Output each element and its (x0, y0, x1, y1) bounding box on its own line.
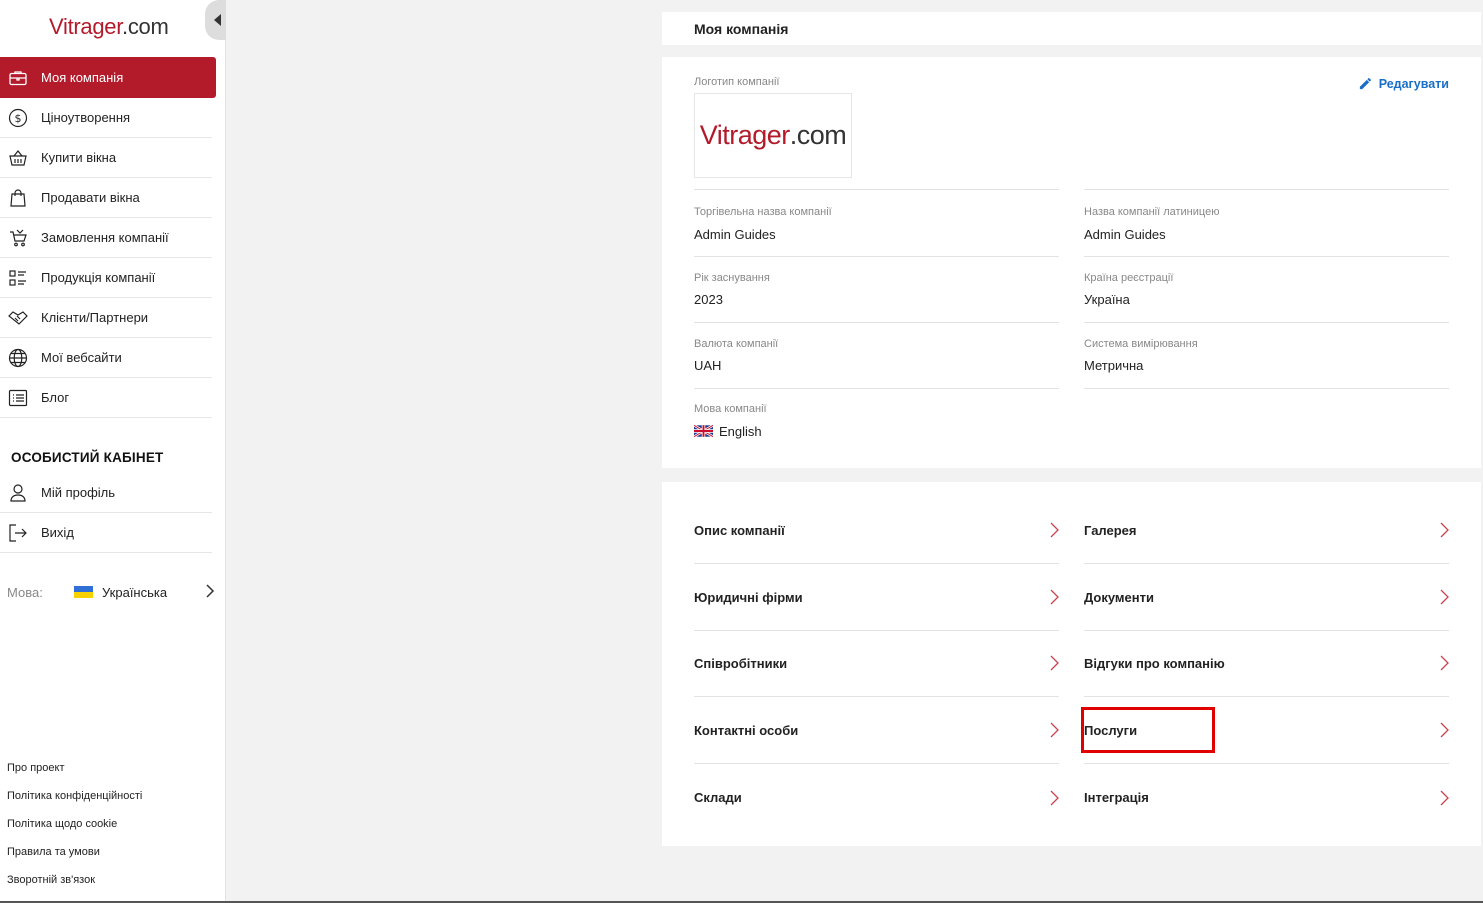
language-selector[interactable]: Мова: Українська (7, 580, 217, 604)
blog-list-icon (8, 388, 28, 408)
chevron-right-icon (1049, 790, 1059, 806)
sidebar-item-company-orders[interactable]: Замовлення компанії (0, 218, 212, 258)
edit-button-label: Редагувати (1378, 76, 1449, 91)
founded-value: 2023 (694, 292, 723, 307)
sidebar-item-label: Купити вікна (41, 150, 117, 165)
sidebar-item-label: Мої вебсайти (41, 350, 122, 365)
collapse-sidebar-button[interactable] (205, 0, 226, 40)
chevron-right-icon (1439, 655, 1449, 671)
svg-text:$: $ (15, 112, 22, 125)
language-label: Мова: (7, 584, 43, 600)
sidebar-item-label: Продукція компанії (41, 270, 156, 285)
link-services[interactable]: Послуги (1084, 697, 1449, 764)
basket-icon (8, 148, 28, 168)
sidebar-item-my-profile[interactable]: Мій профіль (0, 473, 212, 513)
sidebar-item-label: Ціноутворення (41, 110, 131, 125)
measure-label: Система вимірювання (1084, 338, 1198, 350)
link-employees[interactable]: Співробітники (694, 630, 1059, 697)
chevron-right-icon (1049, 722, 1059, 738)
sidebar-item-label: Вихід (41, 525, 74, 540)
currency-value: UAH (694, 358, 722, 373)
sidebar-item-blog[interactable]: Блог (0, 378, 212, 418)
logout-icon (8, 523, 28, 543)
company-logo: Vitrager .com (694, 93, 852, 178)
country-value: Україна (1084, 292, 1130, 307)
chevron-right-icon (1439, 722, 1449, 738)
sidebar-item-label: Замовлення компанії (41, 230, 169, 245)
country-label: Країна реєстрації (1084, 272, 1174, 284)
footer-link-privacy[interactable]: Політика конфіденційності (7, 788, 142, 816)
chevron-right-icon (205, 583, 215, 602)
sidebar-item-label: Блог (41, 390, 70, 405)
language-value: Українська (102, 584, 168, 600)
chevron-right-icon (1049, 589, 1059, 605)
personal-nav: Мій профіль Вихід (0, 473, 216, 553)
trade-name-value: Admin Guides (694, 227, 776, 242)
chevron-right-icon (1439, 522, 1449, 538)
footer-link-feedback[interactable]: Зворотній зв'язок (7, 872, 142, 900)
sidebar-item-my-websites[interactable]: Мої вебсайти (0, 338, 212, 378)
footer-link-about[interactable]: Про проект (7, 760, 142, 788)
founded-label: Рік заснування (694, 272, 770, 284)
link-company-reviews[interactable]: Відгуки про компанію (1084, 630, 1449, 697)
sidebar-item-buy-windows[interactable]: Купити вікна (0, 138, 212, 178)
sidebar-item-label: Продавати вікна (41, 190, 140, 205)
dollar-circle-icon: $ (8, 108, 28, 128)
site-logo[interactable]: Vitrager.com (49, 14, 169, 40)
link-gallery[interactable]: Галерея (1084, 497, 1449, 564)
page-title: Моя компанія (694, 21, 789, 37)
chevron-right-icon (1049, 522, 1059, 538)
footer-link-terms[interactable]: Правила та умови (7, 844, 142, 872)
sidebar: Vitrager.com Моя компанія $ Ціноутворенн… (0, 0, 226, 903)
sidebar-item-logout[interactable]: Вихід (0, 513, 212, 553)
handshake-icon (8, 308, 28, 328)
sidebar-item-label: Моя компанія (41, 70, 124, 85)
product-list-icon (8, 268, 28, 288)
chevron-right-icon (1049, 655, 1059, 671)
logo-label: Логотип компанії (694, 76, 780, 88)
link-company-description[interactable]: Опис компанії (694, 497, 1059, 564)
page-title-card: Моя компанія (662, 12, 1481, 45)
company-language-value: English (694, 424, 762, 439)
sidebar-item-label: Клієнти/Партнери (41, 310, 149, 325)
company-language-label: Мова компанії (694, 403, 767, 415)
link-warehouses[interactable]: Склади (694, 764, 1059, 831)
footer-links: Про проект Політика конфіденційності Пол… (7, 760, 142, 900)
latin-name-label: Назва компанії латиницею (1084, 206, 1220, 218)
sidebar-item-pricing[interactable]: $ Ціноутворення (0, 98, 212, 138)
ukraine-flag-icon (74, 586, 93, 598)
cart-icon (8, 228, 28, 248)
chevron-right-icon (1439, 790, 1449, 806)
shopping-bag-icon (8, 188, 28, 208)
link-documents[interactable]: Документи (1084, 564, 1449, 631)
sidebar-item-clients-partners[interactable]: Клієнти/Партнери (0, 298, 212, 338)
personal-cabinet-heading: ОСОБИСТИЙ КАБІНЕТ (11, 450, 164, 465)
sidebar-item-label: Мій профіль (41, 485, 116, 500)
latin-name-value: Admin Guides (1084, 227, 1166, 242)
sidebar-item-my-company[interactable]: Моя компанія (0, 57, 216, 98)
sidebar-item-company-products[interactable]: Продукція компанії (0, 258, 212, 298)
link-contact-persons[interactable]: Контактні особи (694, 697, 1059, 764)
pencil-icon (1359, 78, 1371, 90)
footer-link-cookie[interactable]: Політика щодо cookie (7, 816, 142, 844)
user-icon (8, 483, 28, 503)
globe-icon (8, 348, 28, 368)
sidebar-nav: Моя компанія $ Ціноутворення Купити вікн… (0, 57, 216, 418)
company-info-card: Логотип компанії Редагувати Vitrager .com… (662, 57, 1481, 468)
link-law-firms[interactable]: Юридичні фірми (694, 564, 1059, 631)
currency-label: Валюта компанії (694, 338, 779, 350)
measure-value: Метрична (1084, 358, 1144, 373)
uk-flag-icon (694, 425, 713, 437)
trade-name-label: Торгівельна назва компанії (694, 206, 832, 218)
edit-button[interactable]: Редагувати (1358, 76, 1449, 91)
chevron-right-icon (1439, 589, 1449, 605)
link-integration[interactable]: Інтеграція (1084, 764, 1449, 831)
briefcase-icon (8, 68, 28, 88)
sidebar-item-sell-windows[interactable]: Продавати вікна (0, 178, 212, 218)
chevron-left-icon (214, 14, 221, 26)
